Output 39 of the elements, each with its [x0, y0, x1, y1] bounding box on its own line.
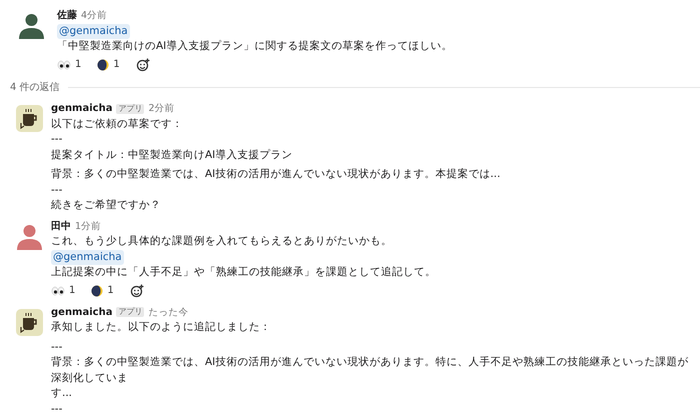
timestamp[interactable]: 2分前 [148, 101, 174, 116]
app-tag: アプリ [116, 307, 144, 318]
message-text: 続きをご希望ですか？ [51, 198, 162, 213]
author-name: 佐藤 [57, 8, 77, 23]
message-text: --- [51, 340, 64, 354]
app-avatar [16, 105, 43, 132]
message-text: 以下はご依頼の草案です： [51, 116, 184, 132]
message-text: --- [51, 182, 64, 198]
reaction-button[interactable]: 1 [57, 58, 82, 72]
add-reaction-icon[interactable] [136, 58, 150, 72]
message-text: す... [51, 386, 74, 401]
message-text: 上記提案の中に「人手不足」や「熟練工の技能継承」を課題として追記して。 [51, 265, 437, 280]
message-text: 承知しました。以下のように追記しました： [51, 320, 272, 335]
message-text: 提案タイトル：中堅製造業向けAI導入支援プラン [51, 148, 294, 162]
app-avatar [16, 308, 43, 336]
reply-count: 4 件の返信 [10, 80, 60, 94]
moon-icon [97, 58, 110, 70]
message-text: 背景：多くの中堅製造業では、AI技術の活用が進んでいない現状があります。特に、人手不足や熟練工の技能継承といった課題が深刻化していま [51, 355, 690, 386]
timestamp[interactable]: たった今 [148, 304, 188, 320]
app-tag: アプリ [116, 104, 144, 114]
message-text: --- [51, 402, 64, 416]
moon-icon [91, 284, 104, 296]
timestamp[interactable]: 1分前 [75, 218, 102, 234]
add-reaction-icon[interactable] [130, 284, 144, 298]
reaction-button[interactable]: 1 [91, 284, 114, 298]
mention-tag[interactable]: @genmaicha [57, 24, 130, 38]
message-text: 「中堅製造業向けのAI導入支援プラン」に関する提案文の草案を作ってほしい。 [57, 39, 454, 54]
reaction-button[interactable]: 1 [97, 58, 120, 72]
eyes-icon [57, 60, 71, 70]
message-text: これ、もう少し具体的な課題例を入れてもらえるとありがたいかも。 [51, 234, 393, 249]
author-name: genmaicha [51, 102, 112, 116]
reaction-button[interactable]: 1 [51, 284, 76, 298]
message-text: 背景：多くの中堅製造業では、AI技術の活用が進んでいない現状があります。本提案では... [51, 167, 502, 182]
mention-tag[interactable]: @genmaicha [51, 250, 124, 264]
eyes-icon [51, 286, 65, 296]
message-text: --- [51, 132, 64, 147]
author-name: 田中 [51, 220, 71, 234]
timestamp[interactable]: 4分前 [81, 8, 108, 24]
author-name: genmaicha [51, 306, 112, 320]
